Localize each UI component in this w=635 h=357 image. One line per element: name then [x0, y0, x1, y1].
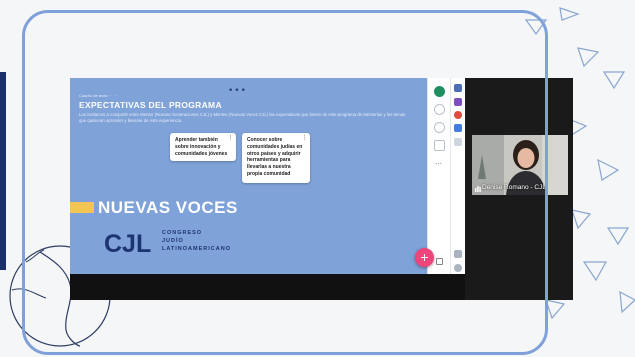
triangle-decor [597, 158, 620, 181]
left-accent-bar [0, 72, 6, 270]
triangle-decor [619, 290, 635, 314]
triangle-decor [577, 47, 600, 68]
triangle-decor [582, 261, 608, 282]
presentation-frame: ••• Cuadro de texto · · · · EXPECTATIVAS… [0, 0, 635, 357]
triangle-decor [545, 299, 566, 320]
triangle-decor [606, 227, 630, 246]
triangle-decor [571, 209, 592, 230]
triangle-decor [602, 71, 626, 90]
triangle-decor [559, 7, 580, 21]
rounded-outline-frame [22, 10, 548, 355]
